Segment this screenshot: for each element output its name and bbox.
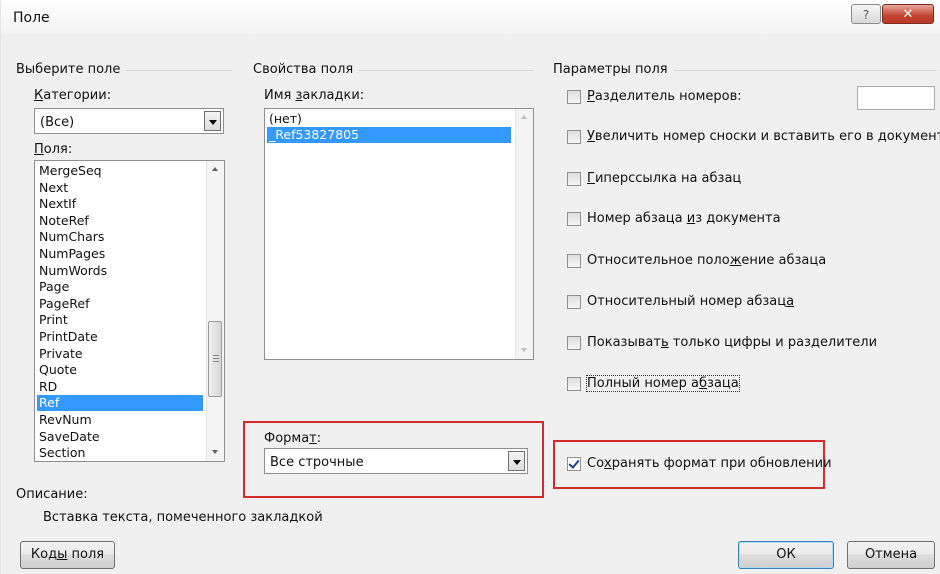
field-options-heading: Параметры поля xyxy=(553,62,674,77)
field-list-item[interactable]: RD xyxy=(37,379,203,395)
scroll-up-icon xyxy=(516,109,533,126)
separator-input[interactable] xyxy=(857,86,935,110)
bookmark-list[interactable]: (нет) _Ref53827805 xyxy=(264,108,534,360)
description-text: Вставка текста, помеченного закладкой xyxy=(43,510,323,525)
field-list-item[interactable]: NumPages xyxy=(37,246,203,262)
field-list-item[interactable]: NoteRef xyxy=(37,213,203,229)
bookmark-list-item[interactable]: (нет) xyxy=(267,111,511,127)
preserve-format-checkbox[interactable] xyxy=(567,457,581,471)
digits-only-checkbox[interactable] xyxy=(567,336,581,350)
separator-label[interactable]: Разделитель номеров: xyxy=(587,89,742,104)
field-list-item[interactable]: PageRef xyxy=(37,296,203,312)
field-list-item[interactable]: NumWords xyxy=(37,263,203,279)
hyperlink-checkbox[interactable] xyxy=(567,172,581,186)
window-title: Поле xyxy=(13,10,50,26)
footnote-label[interactable]: Увеличить номер сноски и вставить его в … xyxy=(587,129,940,144)
relative-number-checkbox[interactable] xyxy=(567,295,581,309)
field-list-item[interactable]: RevNum xyxy=(37,412,203,428)
relative-position-label[interactable]: Относительное положение абзаца xyxy=(587,253,826,268)
paragraph-number-checkbox[interactable] xyxy=(567,212,581,226)
bookmark-scrollbar xyxy=(515,109,533,359)
full-number-label[interactable]: Полный номер абзаца xyxy=(586,375,740,392)
categories-dropdown[interactable]: (Все) xyxy=(34,108,224,134)
bookmark-label: Имя закладки: xyxy=(264,88,365,103)
format-dropdown[interactable]: Все строчные xyxy=(264,448,528,474)
hyperlink-label[interactable]: Гиперссылка на абзац xyxy=(587,171,741,186)
field-list-item[interactable]: Ref xyxy=(37,395,203,412)
field-codes-button[interactable]: Коды поля xyxy=(20,541,115,569)
field-properties-heading: Свойства поля xyxy=(253,62,360,77)
field-list-item[interactable]: SaveDate xyxy=(37,429,203,445)
fields-list[interactable]: MergeSeq Next NextIf NoteRef NumChars NumPage… xyxy=(34,160,225,462)
field-list-item[interactable]: Private xyxy=(37,346,203,362)
field-list-item[interactable]: NumChars xyxy=(37,229,203,245)
select-field-heading: Выберите поле xyxy=(16,62,127,77)
bookmark-list-item[interactable]: _Ref53827805 xyxy=(267,127,511,143)
separator-checkbox[interactable] xyxy=(567,90,581,104)
close-button[interactable]: ✕ xyxy=(882,4,934,24)
categories-label: Категории: xyxy=(34,88,112,103)
fields-label: Поля: xyxy=(34,142,73,157)
relative-number-label[interactable]: Относительный номер абзаца xyxy=(587,294,794,309)
scroll-down-icon[interactable] xyxy=(207,444,224,461)
scroll-up-icon[interactable] xyxy=(207,161,224,178)
field-list-item[interactable]: Page xyxy=(37,279,203,295)
format-value: Все строчные xyxy=(270,455,364,470)
relative-position-checkbox[interactable] xyxy=(567,254,581,268)
field-list-item[interactable]: Quote xyxy=(37,362,203,378)
categories-value: (Все) xyxy=(40,115,75,130)
ok-button[interactable]: ОК xyxy=(738,541,834,569)
scroll-thumb[interactable] xyxy=(208,321,222,397)
preserve-format-label[interactable]: Сохранять формат при обновлении xyxy=(587,456,832,471)
help-button[interactable]: ? xyxy=(851,4,881,24)
scroll-down-icon xyxy=(516,342,533,359)
full-number-checkbox[interactable] xyxy=(567,377,581,391)
title-bar: Поле ? ✕ xyxy=(1,0,940,34)
field-list-item[interactable]: Print xyxy=(37,312,203,328)
chevron-down-icon[interactable] xyxy=(204,111,221,131)
description-label: Описание: xyxy=(16,487,88,502)
chevron-down-icon[interactable] xyxy=(508,451,525,471)
field-list-item[interactable]: PrintDate xyxy=(37,329,203,345)
footnote-checkbox[interactable] xyxy=(567,130,581,144)
digits-only-label[interactable]: Показывать только цифры и разделители xyxy=(587,335,877,350)
format-label: Формат: xyxy=(264,431,322,446)
cancel-button[interactable]: Отмена xyxy=(847,541,935,569)
fields-scrollbar[interactable] xyxy=(206,161,224,461)
field-list-item[interactable]: Next xyxy=(37,180,203,196)
field-dialog: Поле ? ✕ Выберите поле Категории: (Все) … xyxy=(0,0,940,574)
field-list-item[interactable]: MergeSeq xyxy=(37,163,203,179)
field-list-item[interactable]: Section xyxy=(37,445,203,461)
paragraph-number-label[interactable]: Номер абзаца из документа xyxy=(587,211,781,226)
field-list-item[interactable]: NextIf xyxy=(37,196,203,212)
